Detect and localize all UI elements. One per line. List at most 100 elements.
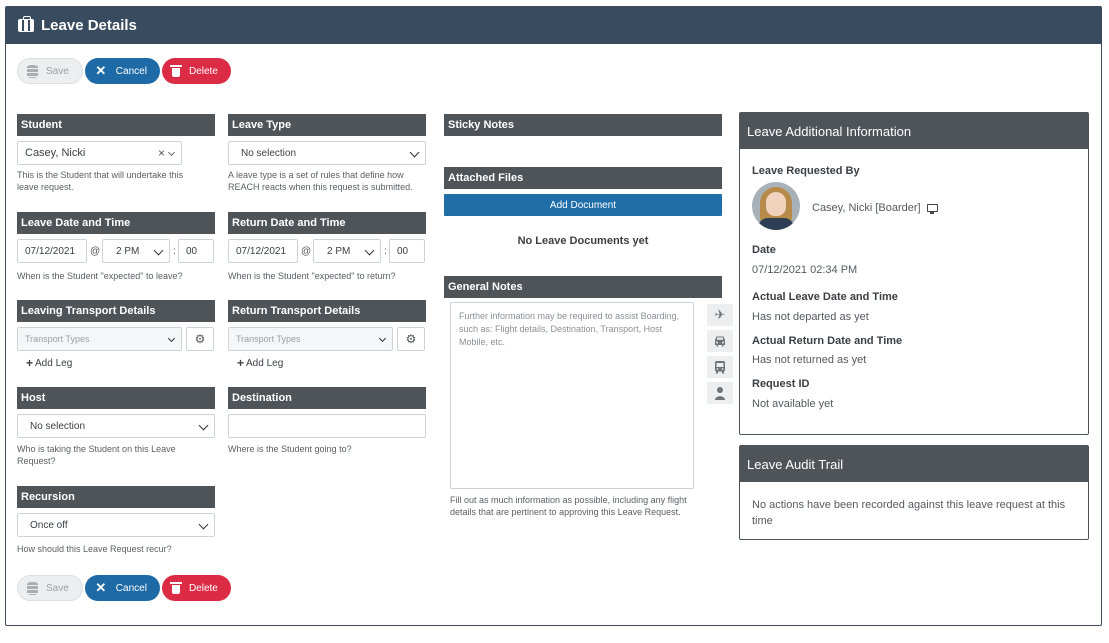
requested-by: Casey, Nicki [Boarder] (812, 202, 938, 214)
return-transport-gear-button[interactable]: ⚙ (397, 327, 425, 351)
leave-date-input[interactable]: 07/12/2021 (17, 239, 87, 263)
delete-button[interactable]: Delete (161, 575, 231, 601)
request-id-label: Request ID (752, 378, 810, 390)
return-transport-heading: Return Transport Details (228, 300, 426, 322)
leaving-transport-heading: Leaving Transport Details (17, 300, 215, 322)
notes-quick-icons: ✈ (707, 304, 733, 404)
delete-button[interactable]: Delete (161, 58, 231, 84)
person-icon[interactable] (707, 382, 733, 404)
chevron-down-icon (153, 245, 164, 256)
return-at-symbol: @ (301, 246, 312, 257)
trash-icon (169, 582, 182, 594)
return-datetime-heading: Return Date and Time (228, 212, 426, 234)
chevron-down-icon (409, 147, 420, 158)
leave-type-heading: Leave Type (228, 114, 426, 136)
top-toolbar: Save ✕ Cancel Delete (17, 58, 231, 84)
car-icon[interactable] (707, 330, 733, 352)
destination-heading: Destination (228, 387, 426, 409)
leave-type-value: No selection (241, 147, 297, 159)
save-label: Save (46, 65, 69, 77)
leave-type-select[interactable]: No selection (228, 141, 426, 165)
host-select[interactable]: No selection (17, 414, 215, 438)
leave-audit-trail-panel: Leave Audit Trail No actions have been r… (739, 445, 1089, 540)
close-icon: ✕ (95, 63, 107, 78)
save-button[interactable]: Save (17, 575, 83, 601)
student-help: This is the Student that will undertake … (17, 170, 184, 192)
additional-info-heading: Leave Additional Information (740, 113, 1088, 149)
leaving-transport-select[interactable]: Transport Types (17, 327, 182, 351)
database-icon (27, 64, 38, 78)
return-add-leg-label: Add Leg (246, 357, 284, 369)
audit-trail-message: No actions have been recorded against th… (752, 499, 1066, 527)
save-button[interactable]: Save (17, 58, 83, 84)
save-label: Save (46, 582, 69, 594)
chevron-down-icon (378, 334, 387, 343)
leaving-add-leg-button[interactable]: + Add Leg (26, 356, 72, 370)
general-notes-textarea[interactable]: Further information may be required to a… (450, 302, 694, 489)
destination-input[interactable] (228, 414, 426, 438)
chevron-down-icon (167, 334, 176, 343)
return-date-input[interactable]: 07/12/2021 (228, 239, 298, 263)
leave-minute-input[interactable]: 00 (178, 239, 214, 263)
return-transport-placeholder: Transport Types (236, 334, 301, 344)
leaving-add-leg-label: Add Leg (35, 357, 73, 369)
leave-type-help: A leave type is a set of rules that defi… (228, 170, 413, 192)
title-bar: Leave Details (6, 7, 1101, 44)
cancel-label: Cancel (115, 582, 147, 594)
leave-hour-select[interactable]: 2 PM (102, 239, 170, 263)
add-document-button[interactable]: Add Document (444, 194, 722, 216)
leave-datetime-heading: Leave Date and Time (17, 212, 215, 234)
recursion-help: How should this Leave Request recur? (17, 544, 172, 554)
return-hour-value: 2 PM (327, 245, 351, 257)
recursion-select[interactable]: Once off (17, 513, 215, 537)
cancel-button[interactable]: ✕ Cancel (84, 58, 160, 84)
leave-datetime-help: When is the Student "expected" to leave? (17, 271, 183, 281)
chevron-down-icon (167, 148, 176, 157)
leave-at-symbol: @ (90, 246, 101, 257)
bottom-toolbar: Save ✕ Cancel Delete (17, 575, 231, 601)
avatar-body (758, 218, 794, 230)
leave-additional-info-panel: Leave Additional Information Leave Reque… (739, 112, 1089, 435)
plus-icon: + (26, 356, 34, 370)
close-icon: ✕ (95, 580, 107, 595)
database-icon (27, 581, 38, 595)
return-hour-select[interactable]: 2 PM (313, 239, 381, 263)
return-datetime-help: When is the Student "expected" to return… (228, 271, 396, 281)
bus-icon-glyph (715, 361, 725, 374)
cancel-label: Cancel (115, 65, 147, 77)
bus-icon[interactable] (707, 356, 733, 378)
plus-icon: + (237, 356, 245, 370)
attached-files-heading: Attached Files (444, 167, 722, 189)
return-minute-input[interactable]: 00 (389, 239, 425, 263)
trash-icon (169, 65, 182, 77)
clear-student-icon[interactable]: × (158, 146, 165, 160)
person-icon-glyph (715, 387, 725, 400)
gear-icon: ⚙ (405, 332, 417, 346)
window-title: Leave Details (41, 17, 137, 34)
cancel-button[interactable]: ✕ Cancel (84, 575, 160, 601)
destination-help: Where is the Student going to? (228, 444, 352, 454)
recursion-value: Once off (30, 519, 68, 531)
sticky-notes-heading: Sticky Notes (444, 114, 722, 136)
student-select[interactable]: Casey, Nicki × (17, 141, 182, 165)
general-notes-help: Fill out as much information as possible… (450, 495, 687, 517)
chevron-down-icon (198, 519, 209, 530)
briefcase-icon (18, 16, 34, 32)
leave-hour-value: 2 PM (116, 245, 140, 257)
gear-icon: ⚙ (194, 332, 206, 346)
plane-icon[interactable]: ✈ (707, 304, 733, 326)
return-add-leg-button[interactable]: + Add Leg (237, 356, 283, 370)
return-transport-select[interactable]: Transport Types (228, 327, 393, 351)
general-notes-heading: General Notes (444, 276, 722, 298)
leaving-transport-gear-button[interactable]: ⚙ (186, 327, 214, 351)
delete-label: Delete (188, 65, 218, 77)
car-icon-glyph (715, 336, 725, 347)
delete-label: Delete (188, 582, 218, 594)
monitor-icon (926, 204, 938, 214)
host-value: No selection (30, 420, 86, 432)
return-colon: : (384, 246, 387, 257)
host-help: Who is taking the Student on this Leave … (17, 444, 176, 466)
requested-by-name: Casey, Nicki [Boarder] (812, 202, 921, 214)
actual-return-label: Actual Return Date and Time (752, 335, 903, 347)
requested-by-label: Leave Requested By (752, 165, 860, 177)
